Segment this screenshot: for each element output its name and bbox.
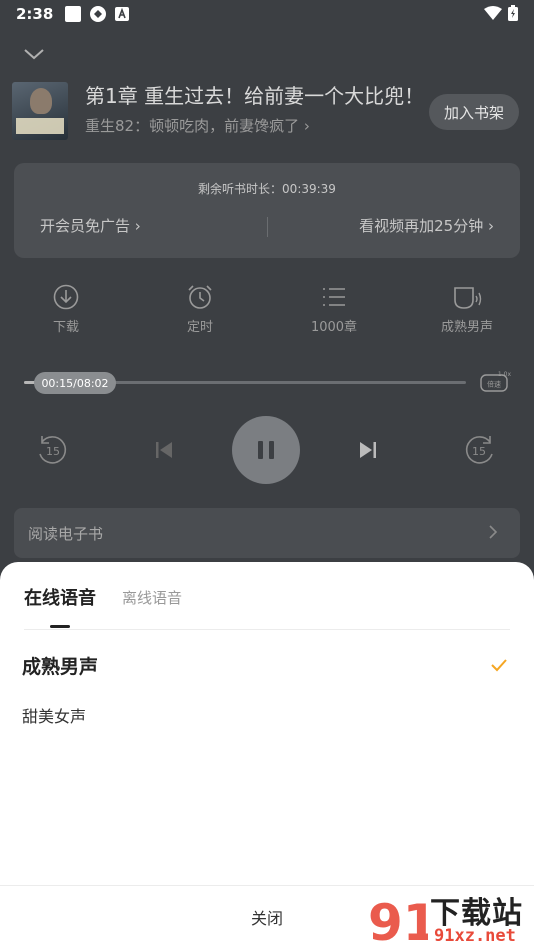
book-subtitle-link[interactable]: 重生82：顿顿吃肉，前妻馋疯了 › [85, 115, 310, 136]
chevron-right-icon: › [303, 117, 310, 135]
func-label: 定时 [186, 320, 213, 335]
list-icon [323, 288, 345, 306]
remaining-time-label: 剩余听书时长：00:39:39 [198, 182, 336, 196]
download-icon [53, 284, 79, 310]
chevron-right-icon [489, 525, 498, 539]
add-to-shelf-button[interactable]: 加入书架 [429, 94, 519, 130]
rewind-label: 15 [46, 445, 60, 458]
progress-time-thumb[interactable]: 00:15/08:02 [34, 372, 116, 394]
playback-speed-button[interactable]: 倍速 1.0x [478, 370, 512, 394]
check-icon [491, 659, 507, 672]
book-subtitle: 重生82：顿顿吃肉，前妻馋疯了 [85, 117, 300, 135]
a-icon [115, 7, 130, 21]
watermark-url: 91xz.net [434, 926, 516, 946]
voice-option-sweet-female[interactable]: 甜美女声 [22, 703, 86, 727]
tab-online-voice[interactable]: 在线语音 [24, 584, 96, 610]
book-cover[interactable] [12, 82, 68, 140]
next-chapter-button[interactable] [350, 432, 386, 468]
speed-value: 1.0x [498, 371, 512, 378]
pause-button[interactable] [232, 416, 300, 484]
timer-button[interactable]: 定时 [160, 284, 240, 335]
rewind-15-button[interactable]: 15 [34, 432, 70, 468]
collapse-chevron-icon[interactable] [22, 44, 46, 64]
svg-text:91: 91 [368, 894, 428, 950]
chapter-list-button[interactable]: 1000章 [294, 284, 374, 335]
divider [0, 885, 534, 886]
func-label: 下载 [52, 320, 79, 335]
func-label: 成熟男声 [440, 320, 493, 335]
voice-icon [454, 287, 482, 309]
watermark-logo: 91 [368, 894, 428, 950]
previous-chapter-button[interactable] [146, 432, 182, 468]
tab-offline-voice[interactable]: 离线语音 [122, 587, 182, 608]
alarm-icon [188, 285, 212, 309]
voice-option-mature-male[interactable]: 成熟男声 [22, 652, 98, 679]
func-label: 1000章 [310, 320, 358, 335]
pause-icon [258, 441, 263, 459]
forward-15-button[interactable]: 15 [462, 432, 498, 468]
read-ebook-row[interactable]: 阅读电子书 [14, 508, 520, 558]
speed-label: 倍速 [487, 380, 501, 389]
watch-video-link[interactable]: 看视频再加25分钟 › [359, 215, 494, 236]
voice-select-button[interactable]: 成熟男声 [427, 284, 507, 335]
download-button[interactable]: 下载 [26, 284, 106, 335]
vip-no-ads-link[interactable]: 开会员免广告 › [40, 215, 141, 236]
wifi-icon [484, 6, 502, 20]
forward-label: 15 [472, 445, 486, 458]
chapter-title: 第1章 重生过去！给前妻一个大比兜！ [85, 84, 425, 108]
battery-icon [508, 5, 518, 21]
notification-icon [65, 6, 82, 22]
read-ebook-label: 阅读电子书 [28, 525, 104, 543]
active-tab-indicator [50, 625, 70, 628]
divider [24, 629, 510, 630]
site-watermark: 91 下载站 91xz.net [364, 888, 534, 950]
status-bar: 2:38 [0, 0, 534, 28]
listen-time-card: 剩余听书时长：00:39:39 开会员免广告 › 看视频再加25分钟 › [14, 163, 520, 258]
app-icon [90, 6, 107, 22]
divider [267, 217, 268, 237]
status-time: 2:38 [16, 5, 54, 23]
